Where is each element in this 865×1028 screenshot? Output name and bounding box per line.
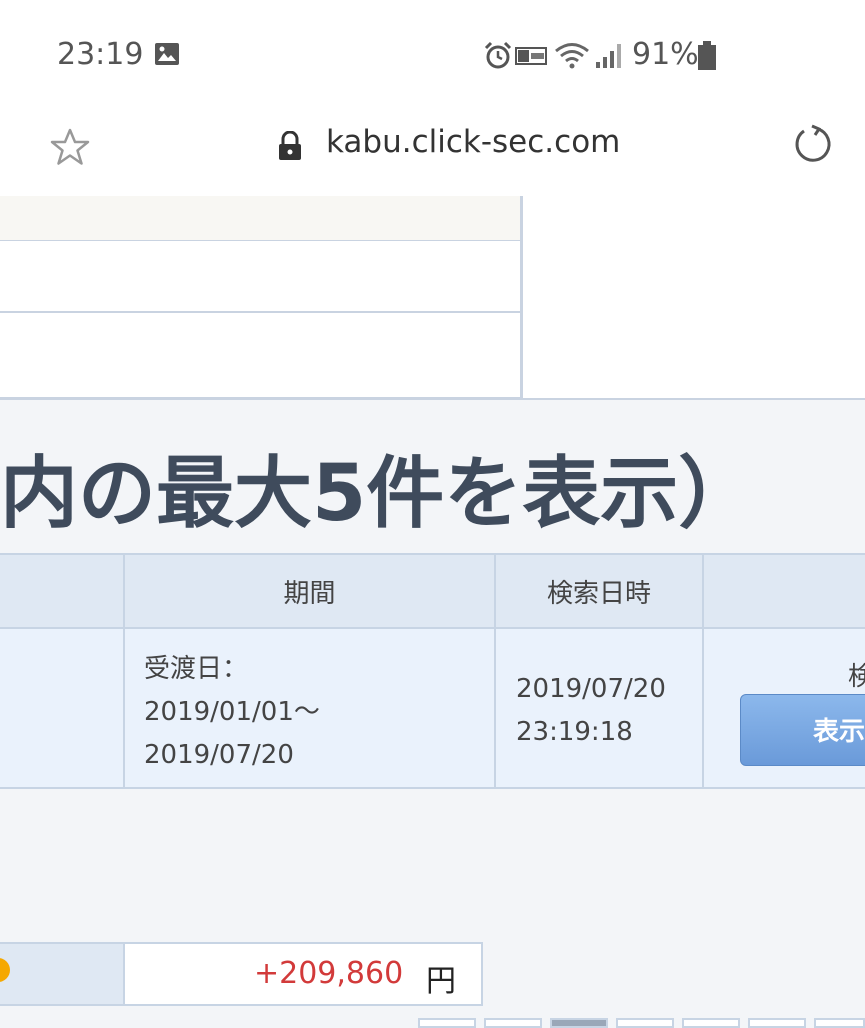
top-table-row <box>0 313 520 399</box>
show-button[interactable]: 表示 <box>740 694 865 766</box>
table-header-period: 期間 <box>123 553 496 629</box>
battery-icon <box>698 41 716 70</box>
section-heading: 内の最大5件を表示） <box>0 449 757 539</box>
pager-button[interactable] <box>418 1018 476 1028</box>
period-to: 2019/07/20 <box>144 740 294 770</box>
volte-icon <box>515 47 547 65</box>
profit-amount: +209,860 <box>254 956 404 991</box>
pager-button-active[interactable] <box>550 1018 608 1028</box>
gallery-notification-icon <box>155 43 179 65</box>
period-from: 2019/01/01〜 <box>144 697 320 727</box>
pager-button[interactable] <box>616 1018 674 1028</box>
alarm-icon <box>484 41 512 69</box>
table-header-cell <box>0 553 125 629</box>
profit-label-cell <box>0 942 125 1006</box>
profit-unit: 円 <box>426 964 456 999</box>
signal-icon <box>596 44 621 68</box>
table-header-search-date: 検索日時 <box>494 553 704 629</box>
pager-button[interactable] <box>748 1018 806 1028</box>
divider <box>0 398 865 400</box>
table-header-cell <box>702 553 865 629</box>
search-date: 2019/07/20 <box>516 674 666 704</box>
reload-icon[interactable] <box>790 122 834 166</box>
top-table-row <box>0 241 520 313</box>
pager-button[interactable] <box>814 1018 865 1028</box>
search-datetime: 2019/07/20 23:19:18 <box>516 668 666 754</box>
period-label: 受渡日： <box>144 654 249 684</box>
pager-button[interactable] <box>484 1018 542 1028</box>
wifi-icon <box>555 43 589 69</box>
lock-icon <box>279 131 301 160</box>
top-right-panel <box>523 196 865 398</box>
bookmark-star-icon[interactable] <box>50 127 90 167</box>
top-table-row <box>0 196 520 242</box>
period-text: 受渡日： 2019/01/01〜 2019/07/20 <box>144 648 320 777</box>
status-time: 23:19 <box>57 37 144 72</box>
search-time: 23:19:18 <box>516 717 633 747</box>
pager-button[interactable] <box>682 1018 740 1028</box>
table-cell <box>0 627 125 789</box>
url-text[interactable]: kabu.click-sec.com <box>326 124 620 160</box>
battery-percent: 91% <box>632 37 699 72</box>
action-label: 検 <box>848 662 865 692</box>
